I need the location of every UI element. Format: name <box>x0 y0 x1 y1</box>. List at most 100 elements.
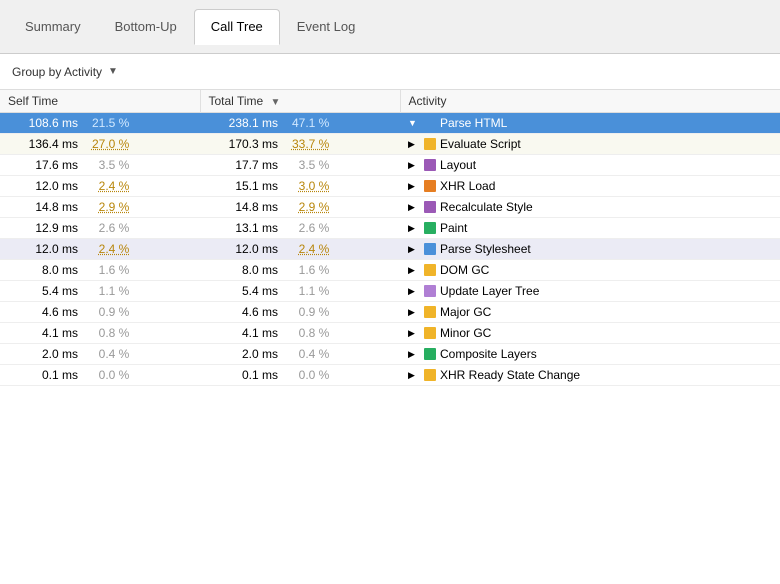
activity-label: XHR Ready State Change <box>440 368 580 382</box>
total-time-pct: 0.9 % <box>281 305 329 319</box>
activity-color-icon <box>424 117 436 129</box>
cell-activity: ▶ XHR Ready State Change <box>400 365 780 386</box>
self-time-pct: 2.4 % <box>81 242 129 256</box>
self-time-value: 2.0 ms <box>8 347 78 361</box>
cell-total-time: 15.1 ms 3.0 % <box>200 176 400 197</box>
expand-arrow-icon[interactable]: ▶ <box>408 202 420 213</box>
expand-arrow-icon[interactable]: ▶ <box>408 139 420 150</box>
activity-label: Recalculate Style <box>440 200 533 214</box>
cell-activity: ▶ Parse Stylesheet <box>400 239 780 260</box>
activity-label: Paint <box>440 221 467 235</box>
total-time-value: 5.4 ms <box>208 284 278 298</box>
total-time-value: 8.0 ms <box>208 263 278 277</box>
performance-table: Self Time Total Time ▼ Activity 108.6 ms… <box>0 90 780 386</box>
activity-color-icon <box>424 138 436 150</box>
cell-total-time: 4.6 ms 0.9 % <box>200 302 400 323</box>
table-row[interactable]: 12.0 ms 2.4 % 12.0 ms 2.4 % ▶ Parse Styl… <box>0 239 780 260</box>
total-time-value: 13.1 ms <box>208 221 278 235</box>
total-time-pct: 2.6 % <box>281 221 329 235</box>
total-time-pct: 0.4 % <box>281 347 329 361</box>
expand-arrow-icon[interactable]: ▶ <box>408 307 420 318</box>
self-time-value: 108.6 ms <box>8 116 78 130</box>
col-header-self-time: Self Time <box>0 90 200 113</box>
activity-color-icon <box>424 348 436 360</box>
cell-self-time: 4.6 ms 0.9 % <box>0 302 200 323</box>
cell-activity: ▶ Layout <box>400 155 780 176</box>
self-time-value: 14.8 ms <box>8 200 78 214</box>
self-time-value: 8.0 ms <box>8 263 78 277</box>
tab-event-log[interactable]: Event Log <box>280 9 373 45</box>
cell-self-time: 14.8 ms 2.9 % <box>0 197 200 218</box>
sort-arrow-icon: ▼ <box>271 97 281 108</box>
cell-activity: ▶ Evaluate Script <box>400 134 780 155</box>
total-time-value: 4.1 ms <box>208 326 278 340</box>
table-row[interactable]: 14.8 ms 2.9 % 14.8 ms 2.9 % ▶ Recalculat… <box>0 197 780 218</box>
table-row[interactable]: 12.9 ms 2.6 % 13.1 ms 2.6 % ▶ Paint <box>0 218 780 239</box>
table-row[interactable]: 8.0 ms 1.6 % 8.0 ms 1.6 % ▶ DOM GC <box>0 260 780 281</box>
cell-self-time: 12.0 ms 2.4 % <box>0 239 200 260</box>
expand-arrow-icon[interactable]: ▶ <box>408 286 420 297</box>
total-time-value: 2.0 ms <box>208 347 278 361</box>
expand-arrow-icon[interactable]: ▶ <box>408 349 420 360</box>
cell-total-time: 2.0 ms 0.4 % <box>200 344 400 365</box>
cell-activity: ▶ Minor GC <box>400 323 780 344</box>
self-time-value: 17.6 ms <box>8 158 78 172</box>
self-time-pct: 21.5 % <box>81 116 129 130</box>
table-row[interactable]: 0.1 ms 0.0 % 0.1 ms 0.0 % ▶ XHR Ready St… <box>0 365 780 386</box>
tab-bottom-up[interactable]: Bottom-Up <box>98 9 194 45</box>
cell-activity: ▼ Parse HTML <box>400 113 780 134</box>
table-row[interactable]: 17.6 ms 3.5 % 17.7 ms 3.5 % ▶ Layout <box>0 155 780 176</box>
cell-self-time: 8.0 ms 1.6 % <box>0 260 200 281</box>
self-time-pct: 2.4 % <box>81 179 129 193</box>
cell-activity: ▶ DOM GC <box>400 260 780 281</box>
self-time-pct: 2.9 % <box>81 200 129 214</box>
total-time-pct: 1.1 % <box>281 284 329 298</box>
cell-self-time: 136.4 ms 27.0 % <box>0 134 200 155</box>
activity-label: Update Layer Tree <box>440 284 539 298</box>
group-by-dropdown[interactable]: ▼ <box>108 66 118 77</box>
activity-label: Evaluate Script <box>440 137 521 151</box>
expand-arrow-icon[interactable]: ▶ <box>408 370 420 381</box>
activity-color-icon <box>424 159 436 171</box>
group-by-bar: Group by Activity ▼ <box>0 54 780 90</box>
total-time-value: 14.8 ms <box>208 200 278 214</box>
activity-color-icon <box>424 201 436 213</box>
total-time-value: 15.1 ms <box>208 179 278 193</box>
total-time-pct: 2.9 % <box>281 200 329 214</box>
total-time-pct: 1.6 % <box>281 263 329 277</box>
table-row[interactable]: 4.6 ms 0.9 % 4.6 ms 0.9 % ▶ Major GC <box>0 302 780 323</box>
table-row[interactable]: 2.0 ms 0.4 % 2.0 ms 0.4 % ▶ Composite La… <box>0 344 780 365</box>
cell-total-time: 12.0 ms 2.4 % <box>200 239 400 260</box>
cell-total-time: 4.1 ms 0.8 % <box>200 323 400 344</box>
activity-color-icon <box>424 369 436 381</box>
expand-arrow-icon[interactable]: ▼ <box>408 118 420 128</box>
expand-arrow-icon[interactable]: ▶ <box>408 265 420 276</box>
expand-arrow-icon[interactable]: ▶ <box>408 328 420 339</box>
expand-arrow-icon[interactable]: ▶ <box>408 244 420 255</box>
cell-self-time: 4.1 ms 0.8 % <box>0 323 200 344</box>
self-time-pct: 0.9 % <box>81 305 129 319</box>
table-row[interactable]: 5.4 ms 1.1 % 5.4 ms 1.1 % ▶ Update Layer… <box>0 281 780 302</box>
activity-color-icon <box>424 243 436 255</box>
self-time-pct: 1.6 % <box>81 263 129 277</box>
cell-activity: ▶ Recalculate Style <box>400 197 780 218</box>
expand-arrow-icon[interactable]: ▶ <box>408 223 420 234</box>
table-row[interactable]: 136.4 ms 27.0 % 170.3 ms 33.7 % ▶ Evalua… <box>0 134 780 155</box>
cell-self-time: 12.9 ms 2.6 % <box>0 218 200 239</box>
table-row[interactable]: 108.6 ms 21.5 % 238.1 ms 47.1 % ▼ Parse … <box>0 113 780 134</box>
cell-total-time: 0.1 ms 0.0 % <box>200 365 400 386</box>
tab-summary[interactable]: Summary <box>8 9 98 45</box>
table-row[interactable]: 12.0 ms 2.4 % 15.1 ms 3.0 % ▶ XHR Load <box>0 176 780 197</box>
cell-activity: ▶ Major GC <box>400 302 780 323</box>
tab-call-tree[interactable]: Call Tree <box>194 9 280 45</box>
cell-total-time: 238.1 ms 47.1 % <box>200 113 400 134</box>
self-time-pct: 2.6 % <box>81 221 129 235</box>
cell-self-time: 17.6 ms 3.5 % <box>0 155 200 176</box>
expand-arrow-icon[interactable]: ▶ <box>408 160 420 171</box>
table-row[interactable]: 4.1 ms 0.8 % 4.1 ms 0.8 % ▶ Minor GC <box>0 323 780 344</box>
expand-arrow-icon[interactable]: ▶ <box>408 181 420 192</box>
self-time-value: 4.1 ms <box>8 326 78 340</box>
activity-label: XHR Load <box>440 179 495 193</box>
self-time-value: 12.0 ms <box>8 242 78 256</box>
total-time-pct: 2.4 % <box>281 242 329 256</box>
